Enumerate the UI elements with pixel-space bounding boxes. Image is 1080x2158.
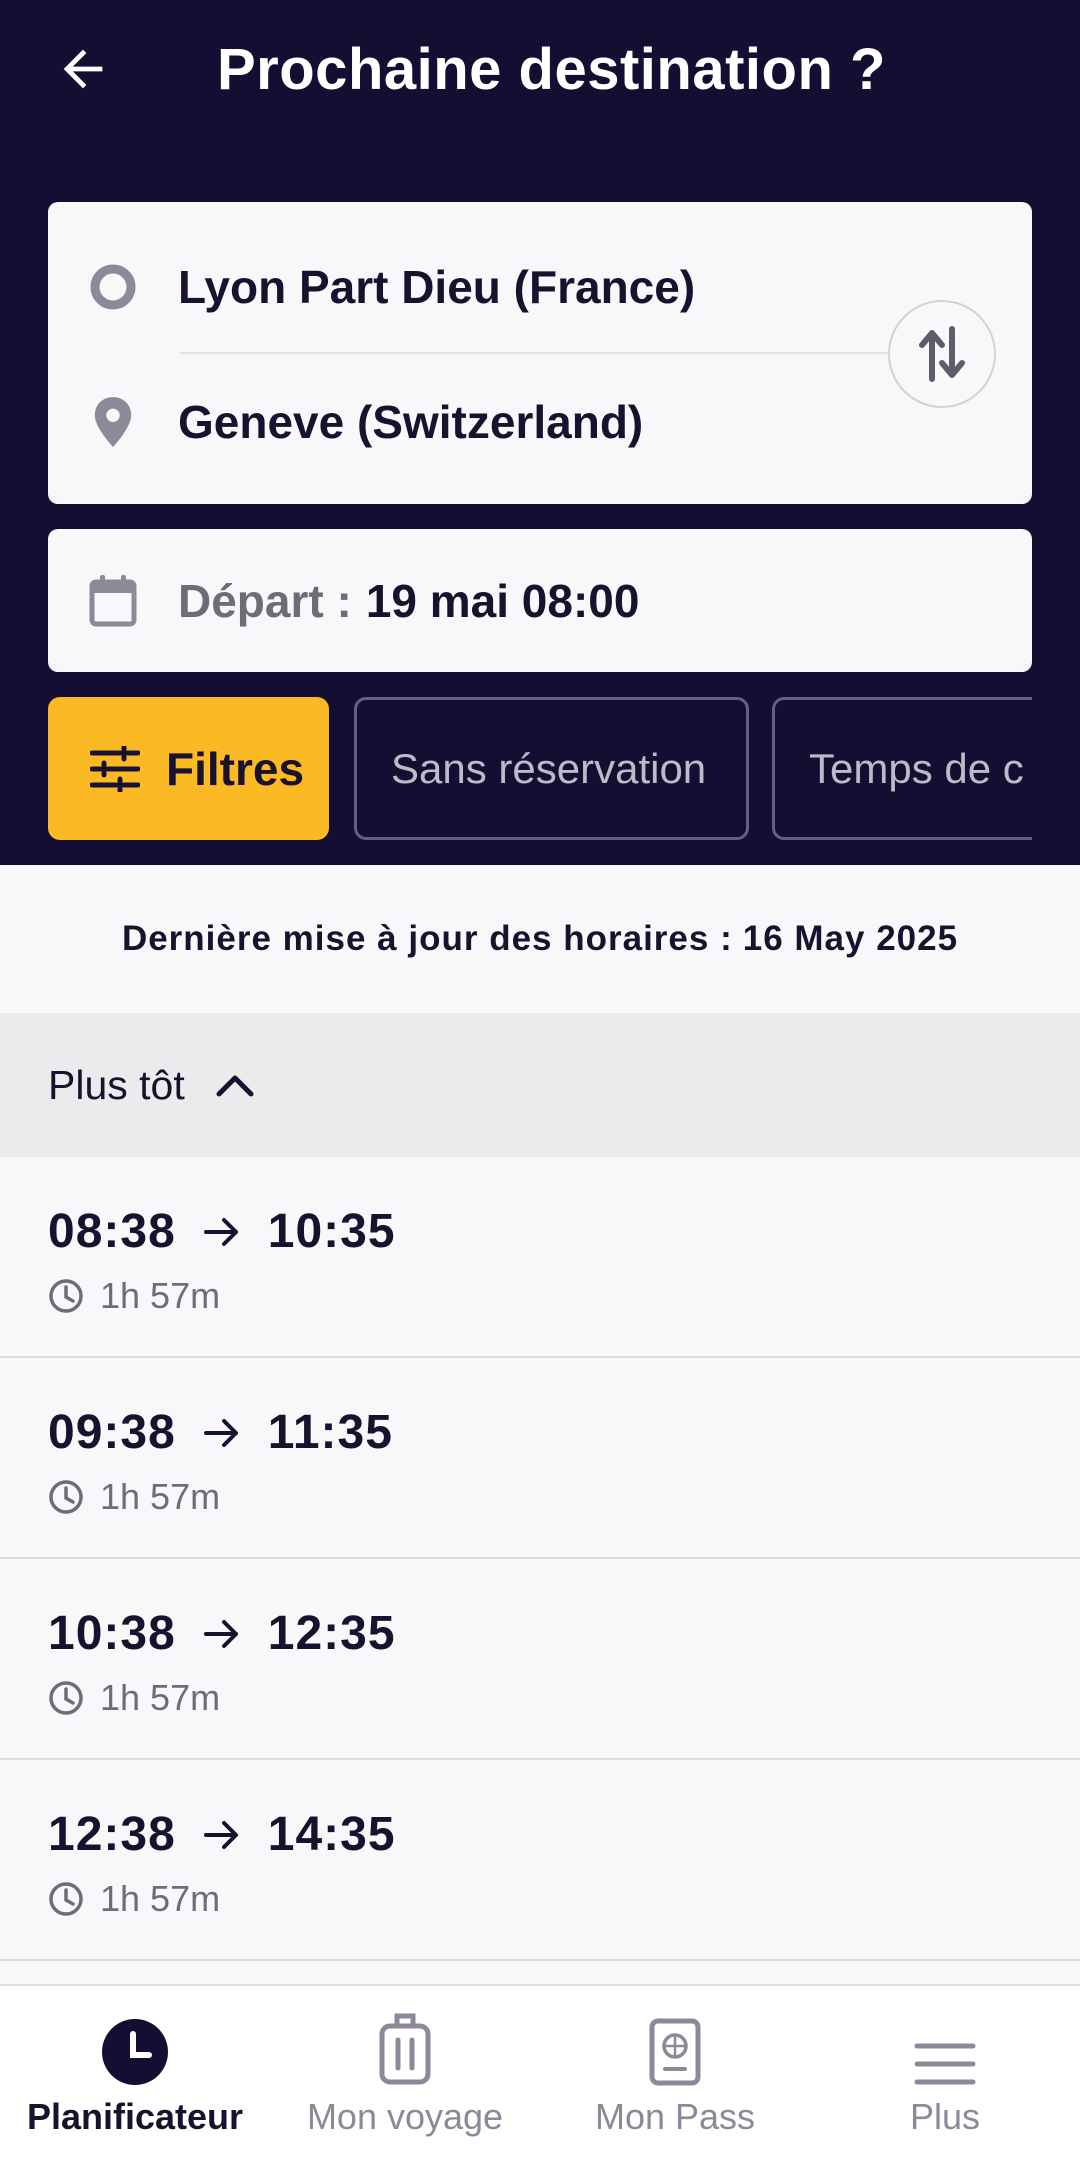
menu-icon <box>914 1996 976 2086</box>
arrow-left-icon <box>63 49 103 89</box>
departure-time: 12:38 <box>48 1808 176 1861</box>
clock-icon <box>48 1680 84 1716</box>
origin-circle-icon <box>48 262 178 312</box>
departure-label: Départ : <box>178 574 352 627</box>
arrival-time: 12:35 <box>267 1607 396 1660</box>
journey-duration: 1h 57m <box>48 1677 220 1719</box>
nav-label: Mon voyage <box>306 2096 504 2137</box>
nav-label: Mon Pass <box>594 2096 756 2137</box>
swap-stations-button[interactable] <box>888 300 996 408</box>
arrow-right-icon <box>203 1618 240 1650</box>
departure-time: 09:38 <box>48 1406 176 1459</box>
clock-icon <box>48 1479 84 1515</box>
journey-times: 10:38 12:35 <box>48 1606 396 1661</box>
journey-row[interactable]: 10:38 12:35 1h 57m <box>0 1559 1080 1760</box>
update-date: 16 May 2025 <box>742 919 959 958</box>
sliders-icon <box>90 745 140 792</box>
nav-mon-voyage[interactable]: Mon voyage <box>270 1986 540 2158</box>
duration-value: 1h 57m <box>100 1878 221 1919</box>
departure-time: 08:38 <box>48 1205 176 1258</box>
chip-label: Temps de c <box>809 744 1024 792</box>
nav-plus[interactable]: Plus <box>810 1986 1080 2158</box>
back-button[interactable] <box>48 34 118 104</box>
nav-label: Planificateur <box>26 2096 244 2137</box>
chevron-up-icon <box>215 1072 255 1098</box>
departure-date-field[interactable]: Départ : 19 mai 08:00 <box>48 529 1032 672</box>
departure-time: 10:38 <box>48 1607 176 1660</box>
route-card: Lyon Part Dieu (France) Geneve (Switzerl… <box>48 202 1032 504</box>
journey-duration: 1h 57m <box>48 1476 220 1518</box>
arrival-time: 14:35 <box>267 1808 396 1861</box>
filter-chips: Filtres Sans réservation Temps de c <box>48 697 1032 840</box>
luggage-icon <box>378 1996 432 2086</box>
journey-times: 09:38 11:35 <box>48 1405 393 1460</box>
journey-row[interactable]: 12:38 14:35 1h 57m <box>0 1760 1080 1961</box>
bottom-navigation: Planificateur Mon voyage Mon Pass Plus <box>0 1984 1080 2158</box>
duration-value: 1h 57m <box>100 1275 221 1316</box>
calendar-icon <box>48 574 178 628</box>
arrow-right-icon <box>203 1819 240 1851</box>
journey-times: 12:38 14:35 <box>48 1807 396 1862</box>
filters-label: Filtres <box>166 742 305 795</box>
journey-list: 08:38 10:35 1h 57m 09:38 11:35 1h 57m 10 <box>0 1157 1080 1961</box>
location-pin-icon <box>48 395 178 449</box>
route-divider <box>180 352 924 354</box>
filters-button[interactable]: Filtres <box>48 697 329 840</box>
nav-mon-pass[interactable]: Mon Pass <box>540 1986 810 2158</box>
journey-duration: 1h 57m <box>48 1878 220 1920</box>
origin-field[interactable]: Lyon Part Dieu (France) <box>48 232 898 342</box>
journey-duration: 1h 57m <box>48 1275 220 1317</box>
clock-icon <box>48 1881 84 1917</box>
arrival-time: 10:35 <box>267 1205 396 1258</box>
journey-row[interactable]: 08:38 10:35 1h 57m <box>0 1157 1080 1358</box>
earlier-button[interactable]: Plus tôt <box>0 1013 1080 1157</box>
arrow-right-icon <box>203 1417 240 1449</box>
passport-icon <box>649 1996 701 2086</box>
swap-arrows-icon <box>919 326 965 382</box>
arrival-time: 11:35 <box>267 1406 393 1459</box>
duration-value: 1h 57m <box>100 1677 221 1718</box>
nav-label: Plus <box>909 2096 981 2137</box>
arrow-right-icon <box>203 1216 240 1248</box>
journey-times: 08:38 10:35 <box>48 1204 396 1259</box>
earlier-label: Plus tôt <box>48 1061 185 1108</box>
journey-row[interactable]: 09:38 11:35 1h 57m <box>0 1358 1080 1559</box>
chip-label: Sans réservation <box>391 744 707 792</box>
chip-no-reservation[interactable]: Sans réservation <box>354 697 749 840</box>
destination-value: Geneve (Switzerland) <box>178 396 644 448</box>
chip-travel-time[interactable]: Temps de c <box>772 697 1032 840</box>
departure-value: 19 mai 08:00 <box>365 574 640 627</box>
update-label: Dernière mise à jour des horaires : <box>121 919 733 958</box>
page-title: Prochaine destination ? <box>217 37 886 102</box>
destination-field[interactable]: Geneve (Switzerland) <box>48 367 898 477</box>
duration-value: 1h 57m <box>100 1476 221 1517</box>
search-header: Prochaine destination ? Lyon Part Dieu (… <box>0 0 1080 865</box>
clock-icon <box>48 1278 84 1314</box>
timetable-update-info: Dernière mise à jour des horaires : 16 M… <box>0 865 1080 1013</box>
origin-value: Lyon Part Dieu (France) <box>178 261 696 313</box>
app-screen: Prochaine destination ? Lyon Part Dieu (… <box>0 0 1080 2158</box>
nav-planificateur[interactable]: Planificateur <box>0 1986 270 2158</box>
clock-icon <box>101 1996 169 2086</box>
